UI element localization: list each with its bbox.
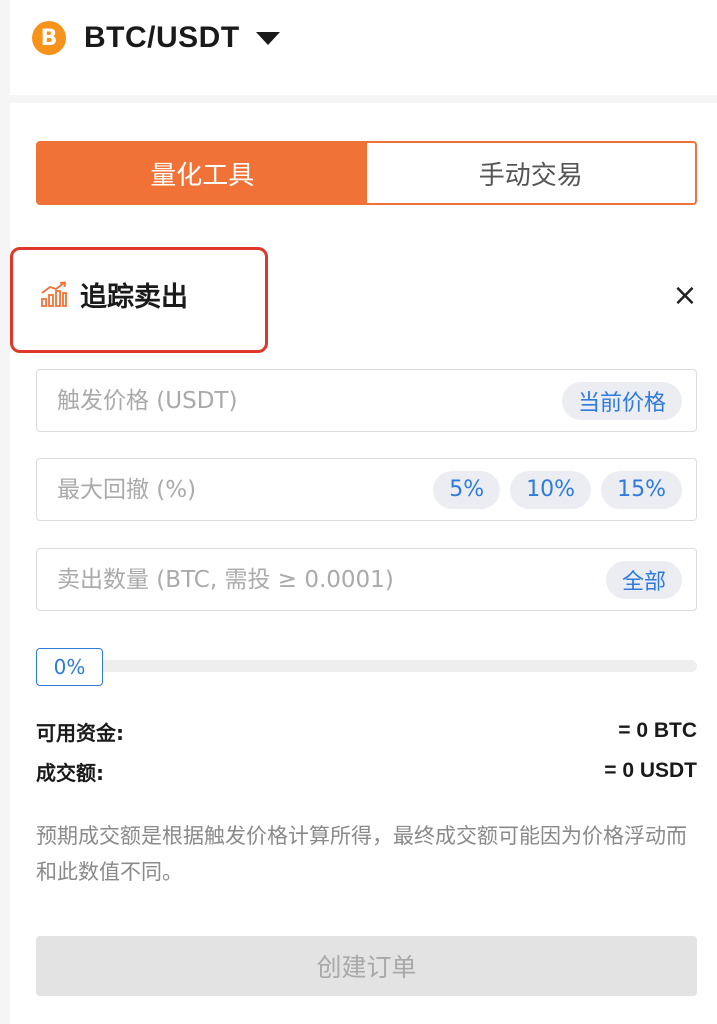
section-title-text: 追踪卖出 bbox=[80, 281, 188, 313]
notice-text: 预期成交额是根据触发价格计算所得，最终成交额可能因为价格浮动而和此数值不同。 bbox=[36, 824, 687, 884]
mode-tabs: 量化工具 手动交易 bbox=[36, 141, 697, 205]
bar-chart-icon bbox=[41, 281, 67, 307]
slider-track[interactable] bbox=[96, 660, 697, 672]
sell-amount-field: 全部 bbox=[36, 548, 697, 611]
left-border bbox=[0, 0, 10, 1024]
pair-name: BTC/USDT bbox=[84, 21, 240, 54]
bitcoin-icon: B bbox=[32, 21, 66, 55]
amount-slider[interactable]: 0% bbox=[36, 646, 697, 686]
turnover-value: = 0 USDT bbox=[604, 759, 697, 782]
current-price-button[interactable]: 当前价格 bbox=[561, 381, 682, 420]
max-drawdown-field: 5% 10% 15% bbox=[36, 458, 697, 521]
available-funds-label: 可用资金: bbox=[36, 720, 124, 745]
tab-manual-trade[interactable]: 手动交易 bbox=[366, 143, 695, 203]
turnover-row: 成交额: = 0 USDT bbox=[36, 756, 697, 786]
section-title: 追踪卖出 bbox=[40, 274, 188, 314]
all-button[interactable]: 全部 bbox=[605, 560, 682, 599]
available-funds-value: = 0 BTC bbox=[618, 719, 697, 742]
drawdown-10-button[interactable]: 10% bbox=[510, 470, 592, 509]
trigger-price-field: 当前价格 bbox=[36, 369, 697, 432]
trigger-price-input[interactable] bbox=[57, 387, 552, 414]
sell-amount-input[interactable] bbox=[57, 566, 596, 593]
header-separator bbox=[10, 95, 717, 103]
max-drawdown-input[interactable] bbox=[57, 476, 424, 503]
drawdown-5-button[interactable]: 5% bbox=[433, 470, 501, 509]
header: B BTC/USDT bbox=[10, 0, 717, 95]
close-icon[interactable]: × bbox=[670, 278, 700, 313]
create-order-button[interactable]: 创建订单 bbox=[36, 936, 697, 996]
available-funds-row: 可用资金: = 0 BTC bbox=[36, 716, 697, 746]
turnover-label: 成交额: bbox=[36, 760, 104, 785]
caret-down-icon bbox=[255, 31, 280, 45]
slider-value-badge[interactable]: 0% bbox=[36, 648, 103, 686]
pair-selector[interactable]: B BTC/USDT bbox=[32, 18, 280, 58]
drawdown-15-button[interactable]: 15% bbox=[601, 470, 682, 509]
tab-quant-tools[interactable]: 量化工具 bbox=[38, 143, 367, 203]
